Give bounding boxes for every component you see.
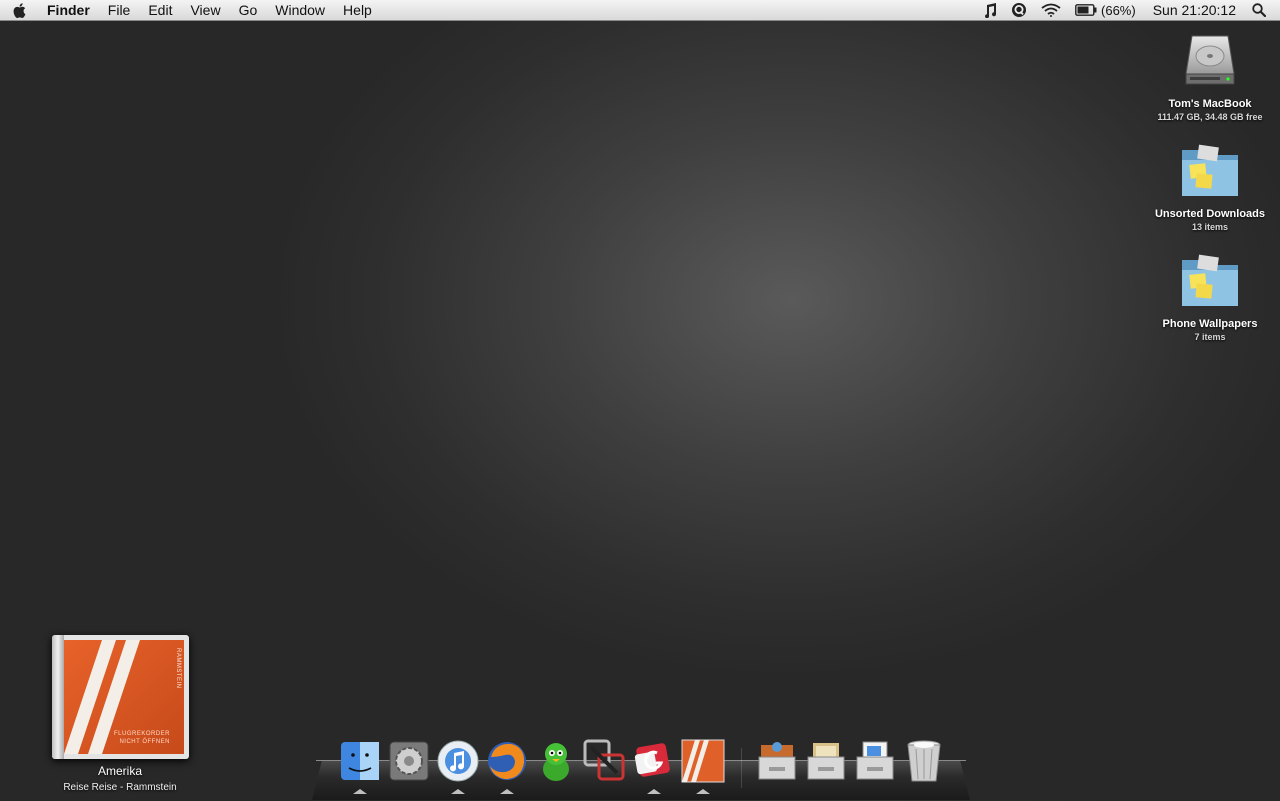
dock-trash[interactable] <box>901 738 947 784</box>
growl-icon <box>634 743 670 777</box>
adium-icon <box>543 743 569 781</box>
apple-icon <box>13 2 25 18</box>
running-indicator-itunes <box>451 789 465 794</box>
desktop-icon-label: Tom's MacBook <box>1168 98 1252 110</box>
firefox-icon <box>488 742 526 780</box>
dock-stack-downloads[interactable] <box>852 738 898 784</box>
menu-help[interactable]: Help <box>334 0 381 21</box>
desktop-icon-label: Phone Wallpapers <box>1162 318 1258 330</box>
itunes-menu-extra[interactable] <box>976 2 1004 18</box>
dock-itunes[interactable] <box>435 738 481 784</box>
dock-growl[interactable] <box>631 738 677 784</box>
desktop-icon-info: 111.47 GB, 34.48 GB free <box>1157 112 1263 122</box>
menu-file[interactable]: File <box>99 0 140 21</box>
desktop-icon-label: Unsorted Downloads <box>1154 208 1265 220</box>
desktop-icon-phone-wallpapers[interactable]: Phone Wallpapers 7 items <box>1135 250 1280 342</box>
running-indicator-finder <box>353 789 367 794</box>
running-indicator-album-art <box>696 789 710 794</box>
desktop-icon-info: 7 items <box>1194 332 1226 342</box>
track-title: Amerika <box>97 764 142 778</box>
dock-firefox[interactable] <box>484 738 530 784</box>
menu-window[interactable]: Window <box>266 0 334 21</box>
battery-menu-extra[interactable]: (66%) <box>1068 0 1143 21</box>
battery-icon <box>1075 4 1097 16</box>
dock-vmware-fusion[interactable] <box>582 738 628 784</box>
wifi-icon <box>1041 3 1061 17</box>
menu-app-finder[interactable]: Finder <box>38 0 99 21</box>
dock-separator <box>741 748 742 788</box>
menu-bar: Finder File Edit View Go Window Help (66… <box>0 0 1280 21</box>
documents-stack-icon <box>807 743 845 780</box>
trash-icon <box>907 740 941 782</box>
vmware-icon <box>583 739 625 781</box>
quicksilver-menu-extra[interactable] <box>1004 2 1034 18</box>
menu-edit[interactable]: Edit <box>139 0 181 21</box>
dock-finder[interactable] <box>337 738 383 784</box>
running-indicator-growl <box>647 789 661 794</box>
hard-drive-icon <box>1185 35 1235 85</box>
battery-percentage: (66%) <box>1101 2 1136 18</box>
desktop-icon-hard-drive[interactable]: Tom's MacBook 111.47 GB, 34.48 GB free <box>1135 30 1280 122</box>
finder-icon <box>341 742 379 780</box>
folder-icon <box>1182 254 1238 306</box>
quicksilver-icon <box>1012 3 1027 17</box>
applications-stack-icon <box>758 742 796 780</box>
menu-clock[interactable]: Sun 21:20:12 <box>1143 0 1246 21</box>
now-playing-album-art[interactable]: RAMMSTEIN FLUGREKORDER NICHT ÖFFNEN <box>52 635 189 759</box>
cover-text: FLUGREKORDER NICHT ÖFFNEN <box>114 730 170 746</box>
wifi-menu-extra[interactable] <box>1034 3 1068 17</box>
downloads-stack-icon <box>856 741 894 780</box>
album-cover: RAMMSTEIN FLUGREKORDER NICHT ÖFFNEN <box>64 640 184 754</box>
itunes-icon <box>437 740 479 782</box>
cd-case-spine <box>52 635 64 759</box>
album-art-icon <box>681 739 725 783</box>
system-preferences-icon <box>389 741 429 781</box>
music-note-icon <box>985 2 997 18</box>
folder-icon <box>1182 144 1238 196</box>
desktop-icon-info: 13 items <box>1191 222 1229 232</box>
desktop-icon-unsorted-downloads[interactable]: Unsorted Downloads 13 items <box>1135 140 1280 232</box>
spotlight-search-icon <box>1252 3 1266 17</box>
dock-stack-documents[interactable] <box>803 738 849 784</box>
spotlight-button[interactable] <box>1246 3 1280 17</box>
dock-album-art[interactable] <box>680 738 726 784</box>
menu-view[interactable]: View <box>181 0 229 21</box>
running-indicator-firefox <box>500 789 514 794</box>
cover-band-name: RAMMSTEIN <box>175 648 181 689</box>
cover-text-line-2: NICHT ÖFFNEN <box>119 739 170 745</box>
dock-stack-applications[interactable] <box>754 738 800 784</box>
cover-text-line-1: FLUGREKORDER <box>113 731 170 737</box>
apple-menu[interactable] <box>0 2 38 18</box>
dock-adium[interactable] <box>533 738 579 784</box>
track-artist-album: Reise Reise - Rammstein <box>63 782 177 793</box>
menu-go[interactable]: Go <box>230 0 267 21</box>
dock-system-preferences[interactable] <box>386 738 432 784</box>
